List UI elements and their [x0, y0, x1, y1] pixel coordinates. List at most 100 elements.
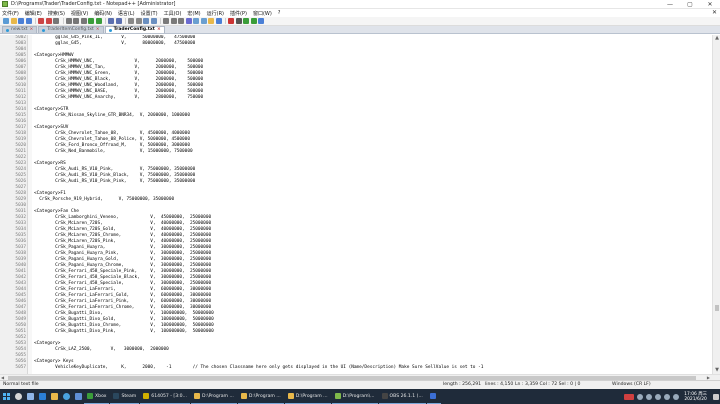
- eol-format-label[interactable]: Windows (CR LF): [612, 381, 651, 389]
- redo-icon[interactable]: [95, 18, 102, 24]
- toolbar-separator: [125, 18, 126, 24]
- clock[interactable]: 17:06 周三 2021/6/20: [684, 392, 707, 402]
- keyboard-icon[interactable]: [672, 393, 679, 400]
- close-icon[interactable]: [38, 18, 44, 24]
- notepadpp-icon: [334, 393, 341, 399]
- vertical-scroll-thumb[interactable]: [715, 305, 719, 311]
- menu-item[interactable]: 语言(L): [118, 10, 135, 17]
- editor-line[interactable]: 5057 VehicleKeyDuplicate, K, 2000, -1 //…: [0, 365, 712, 371]
- search-taskbar-button[interactable]: [12, 389, 24, 404]
- record-icon[interactable]: [228, 18, 234, 24]
- folder-icon: [50, 393, 58, 400]
- taskbar-app[interactable]: [426, 389, 441, 404]
- title-bar: D:\Programs\Trader\TraderConfig.txt - No…: [0, 0, 720, 9]
- menu-item[interactable]: 运行(R): [207, 10, 224, 17]
- battery-icon[interactable]: [663, 393, 670, 400]
- close-button[interactable]: ✕: [700, 0, 720, 9]
- print-icon[interactable]: [53, 18, 59, 24]
- maximize-button[interactable]: ▢: [680, 0, 700, 9]
- folder-icon[interactable]: [208, 18, 214, 24]
- play-multi-icon[interactable]: [250, 18, 257, 24]
- volume-icon[interactable]: [645, 393, 652, 400]
- menu-item[interactable]: 窗口(W): [253, 10, 272, 17]
- toolbar-separator: [62, 18, 64, 24]
- taskbar-app[interactable]: 614057 - [3:0...: [140, 389, 190, 404]
- tab-trader-item-config[interactable]: TraderItemConfig.txt ×: [38, 26, 104, 33]
- save-icon[interactable]: [18, 18, 24, 24]
- start-button[interactable]: [0, 389, 12, 404]
- sync-h-icon[interactable]: [150, 18, 157, 24]
- menu-item[interactable]: 插件(P): [230, 10, 247, 17]
- taskbar-app[interactable]: OBS 26.1.1 (...: [378, 389, 426, 404]
- mail-icon: [74, 393, 82, 400]
- recording-indicator-icon[interactable]: [623, 393, 634, 400]
- taskbar-app[interactable]: Steam: [110, 389, 140, 404]
- system-tray: 17:06 周三 2021/6/20: [622, 389, 720, 404]
- text-editor[interactable]: 5002 gglas_G45_Pink_1L, V, 50000000, 475…: [0, 35, 712, 374]
- sync-v-icon[interactable]: [143, 18, 149, 24]
- line-number: 5057: [15, 365, 26, 370]
- open-icon[interactable]: [10, 18, 17, 24]
- clock-time: 17:06 周三: [684, 391, 707, 397]
- menu-item[interactable]: 宏(M): [187, 10, 200, 17]
- menu-item[interactable]: 工具(O): [164, 10, 182, 17]
- cloud-icon[interactable]: [654, 393, 661, 400]
- zoom-in-icon[interactable]: [128, 18, 134, 24]
- file-icon: [108, 28, 112, 32]
- minimize-button[interactable]: —: [660, 0, 680, 9]
- pinned-browser[interactable]: [60, 389, 72, 404]
- scroll-up-arrow-icon[interactable]: ▲: [713, 35, 720, 42]
- menu-item[interactable]: 视图(V): [71, 10, 88, 17]
- notepadpp-icon: [2, 1, 8, 7]
- pinned-mail[interactable]: [72, 389, 84, 404]
- lang-icon[interactable]: [185, 18, 192, 24]
- menu-bar: 文件(F) 编辑(E) 搜索(S) 视图(V) 编码(N) 语言(L) 设置(T) 工具(O)…: [0, 9, 720, 17]
- new-icon[interactable]: [3, 18, 9, 24]
- tab-close-icon[interactable]: ×: [30, 27, 34, 33]
- wrap-icon[interactable]: [163, 18, 169, 24]
- zoom-out-icon[interactable]: [135, 18, 142, 24]
- taskbar-app[interactable]: D:\Program ...: [190, 389, 237, 404]
- menu-item[interactable]: 文件(F): [2, 10, 19, 17]
- tab-new-txt[interactable]: new.txt ×: [2, 26, 38, 33]
- notification-icon[interactable]: [712, 393, 719, 400]
- folder-icon: [240, 393, 247, 399]
- replace-icon[interactable]: [115, 18, 122, 24]
- line-text[interactable]: VehicleKeyDuplicate, K, 2000, -1 // The …: [34, 365, 483, 371]
- find-icon[interactable]: [108, 18, 114, 24]
- menu-item[interactable]: 编码(N): [94, 10, 112, 17]
- taskbar-app[interactable]: D:\Program ...: [284, 389, 331, 404]
- doc-map-icon[interactable]: [193, 18, 199, 24]
- indent-guide-icon[interactable]: [178, 18, 184, 24]
- pinned-store[interactable]: [36, 389, 48, 404]
- all-chars-icon[interactable]: [170, 18, 177, 24]
- pinned-explorer[interactable]: [48, 389, 60, 404]
- undo-icon[interactable]: [88, 18, 94, 24]
- menu-item[interactable]: 设置(T): [141, 10, 158, 17]
- menu-item[interactable]: ?: [278, 10, 281, 16]
- scroll-down-arrow-icon[interactable]: ▼: [713, 367, 720, 374]
- stop-icon[interactable]: [235, 18, 242, 24]
- vertical-scrollbar[interactable]: ▲ ▼: [712, 35, 720, 374]
- task-view-button[interactable]: [24, 389, 36, 404]
- taskbar-app[interactable]: D:\Program ...: [237, 389, 284, 404]
- menu-item[interactable]: 搜索(S): [48, 10, 65, 17]
- monitor-icon[interactable]: [215, 18, 222, 24]
- taskbar-app[interactable]: Xbox: [84, 389, 110, 404]
- menu-item[interactable]: 编辑(E): [25, 10, 42, 17]
- xbox-icon: [87, 393, 93, 399]
- cut-icon[interactable]: [65, 18, 72, 24]
- tab-close-icon[interactable]: ×: [157, 27, 161, 33]
- save-all-icon[interactable]: [25, 18, 32, 24]
- tab-close-icon[interactable]: ×: [96, 27, 100, 33]
- taskbar-app[interactable]: D:\Program\...: [331, 389, 378, 404]
- func-list-icon[interactable]: [200, 18, 207, 24]
- paste-icon[interactable]: [80, 18, 87, 24]
- play-icon[interactable]: [243, 18, 249, 24]
- save-macro-icon[interactable]: [258, 18, 264, 24]
- network-icon[interactable]: [636, 393, 643, 400]
- tab-trader-config[interactable]: TraderConfig.txt ×: [104, 26, 165, 33]
- close-document-icon[interactable]: ✕: [712, 9, 717, 17]
- copy-icon[interactable]: [73, 18, 79, 24]
- close-all-icon[interactable]: [45, 18, 52, 24]
